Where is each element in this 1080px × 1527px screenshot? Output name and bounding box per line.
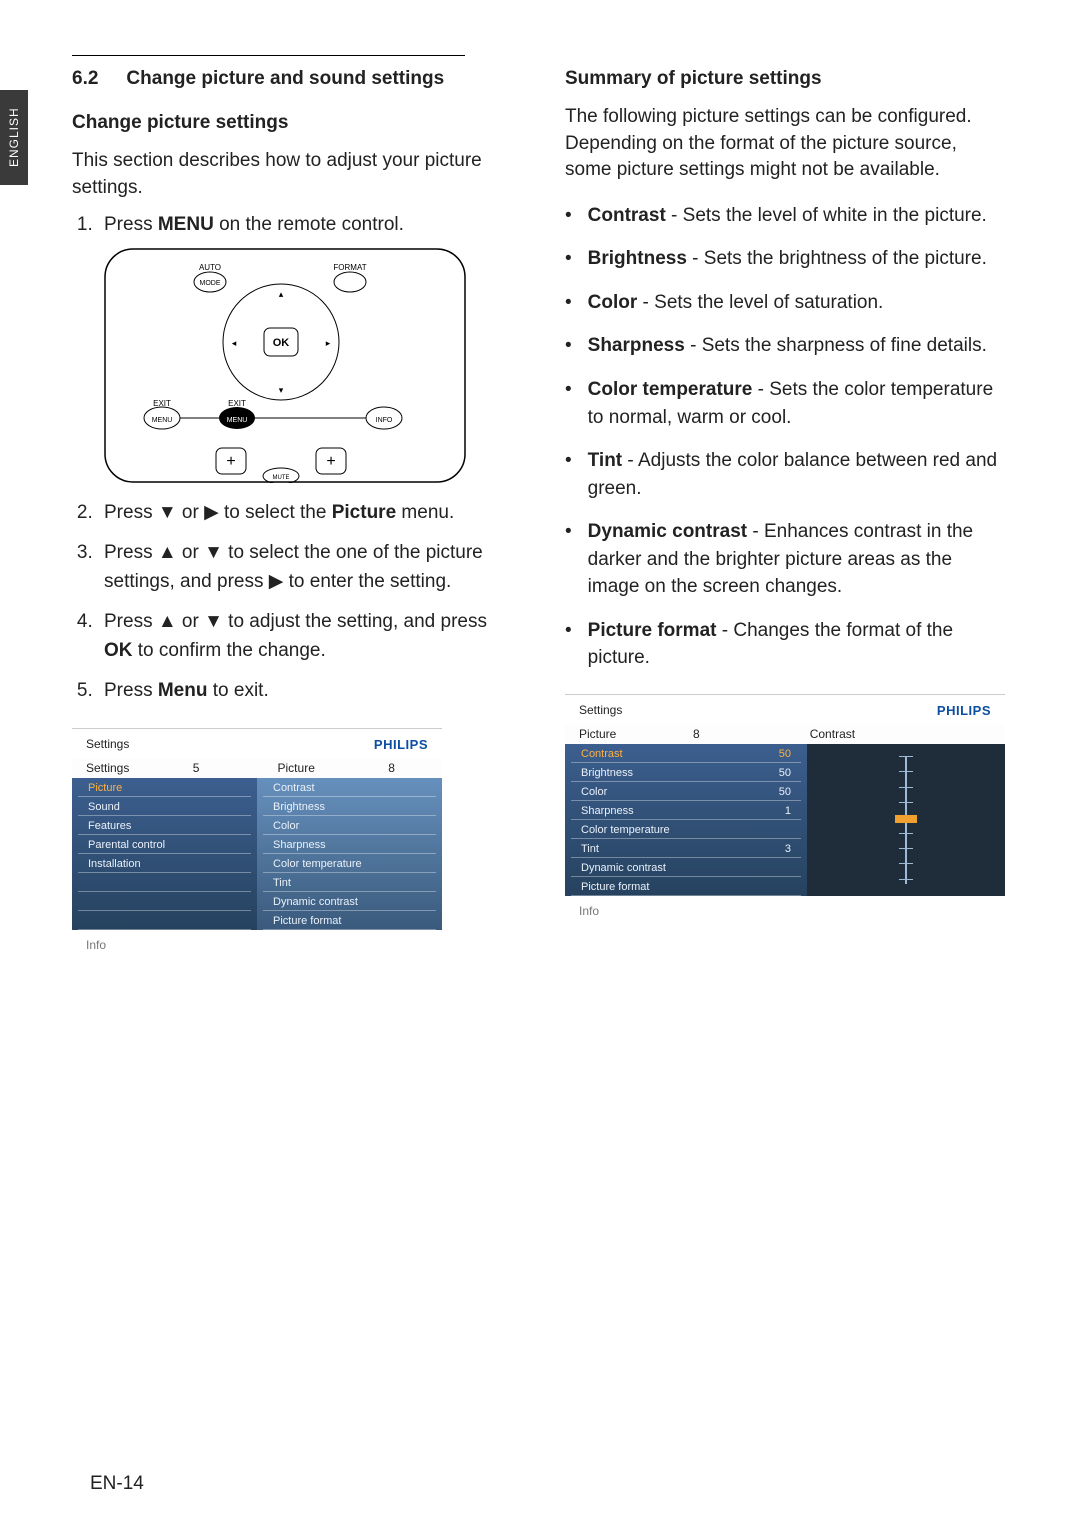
right-column: Summary of picture settings The followin… bbox=[565, 68, 1008, 960]
osd-a-picture: Picture bbox=[78, 778, 251, 797]
svg-text:OK: OK bbox=[273, 337, 290, 349]
subheading-change-picture: Change picture settings bbox=[72, 112, 515, 134]
intro-text: This section describes how to adjust you… bbox=[72, 148, 515, 201]
definitions-list: Contrast - Sets the level of white in th… bbox=[565, 202, 1008, 672]
svg-text:+: + bbox=[326, 453, 335, 470]
philips-logo-2: PHILIPS bbox=[937, 703, 991, 718]
osd2-info: Info bbox=[565, 896, 1005, 926]
philips-logo: PHILIPS bbox=[374, 737, 428, 752]
svg-text:MUTE: MUTE bbox=[273, 475, 290, 481]
section-title: Change picture and sound settings bbox=[126, 68, 444, 90]
osd-settings-picture: Settings PHILIPS Settings 5 Picture 8 Pi… bbox=[72, 728, 442, 960]
osd-colA: Picture Sound Features Parental control … bbox=[72, 778, 257, 930]
left-column: 6.2 Change picture and sound settings Ch… bbox=[72, 68, 515, 960]
svg-text:▸: ▸ bbox=[326, 338, 331, 348]
svg-text:INFO: INFO bbox=[376, 417, 393, 424]
section-number: 6.2 bbox=[72, 68, 98, 90]
remote-diagram: AUTO MODE FORMAT OK ▴ ▾ ◂ ▸ bbox=[104, 248, 466, 483]
svg-text:MODE: MODE bbox=[200, 280, 221, 287]
svg-text:▴: ▴ bbox=[279, 289, 284, 299]
svg-text:FORMAT: FORMAT bbox=[333, 263, 366, 272]
osd-contrast-slider: Settings PHILIPS Picture 8 Contrast Cont… bbox=[565, 694, 1005, 926]
step-4: Press ▲ or ▼ to adjust the setting, and … bbox=[98, 608, 515, 665]
osd-info: Info bbox=[72, 930, 442, 960]
summary-intro: The following picture settings can be co… bbox=[565, 104, 1008, 184]
svg-text:AUTO: AUTO bbox=[199, 263, 221, 272]
svg-text:MENU: MENU bbox=[227, 417, 248, 424]
step-3: Press ▲ or ▼ to select the one of the pi… bbox=[98, 539, 515, 596]
slider-knob bbox=[895, 815, 917, 823]
osd2-colA: Contrast50 Brightness50 Color50 Sharpnes… bbox=[565, 744, 807, 896]
step-5: Press Menu to exit. bbox=[98, 677, 515, 706]
svg-text:+: + bbox=[226, 453, 235, 470]
svg-text:▾: ▾ bbox=[279, 385, 284, 395]
page-content: 6.2 Change picture and sound settings Ch… bbox=[72, 55, 1008, 960]
step-2: Press ▼ or ▶ to select the Picture menu. bbox=[98, 499, 515, 528]
slider-panel bbox=[807, 744, 1005, 896]
section-heading: 6.2 Change picture and sound settings bbox=[72, 68, 515, 90]
osd2-head-settings: Settings bbox=[579, 703, 622, 717]
steps-list: Press MENU on the remote control. AUTO M… bbox=[72, 211, 515, 706]
page-number: EN-14 bbox=[90, 1473, 144, 1495]
osd-head-settings: Settings bbox=[86, 737, 129, 751]
svg-text:EXIT: EXIT bbox=[228, 399, 246, 408]
subheading-summary: Summary of picture settings bbox=[565, 68, 1008, 90]
svg-text:◂: ◂ bbox=[232, 338, 237, 348]
osd-colB: Contrast Brightness Color Sharpness Colo… bbox=[257, 778, 442, 930]
svg-text:MENU: MENU bbox=[152, 417, 173, 424]
language-tab: ENGLISH bbox=[0, 90, 28, 185]
step-1: Press MENU on the remote control. AUTO M… bbox=[98, 211, 515, 483]
